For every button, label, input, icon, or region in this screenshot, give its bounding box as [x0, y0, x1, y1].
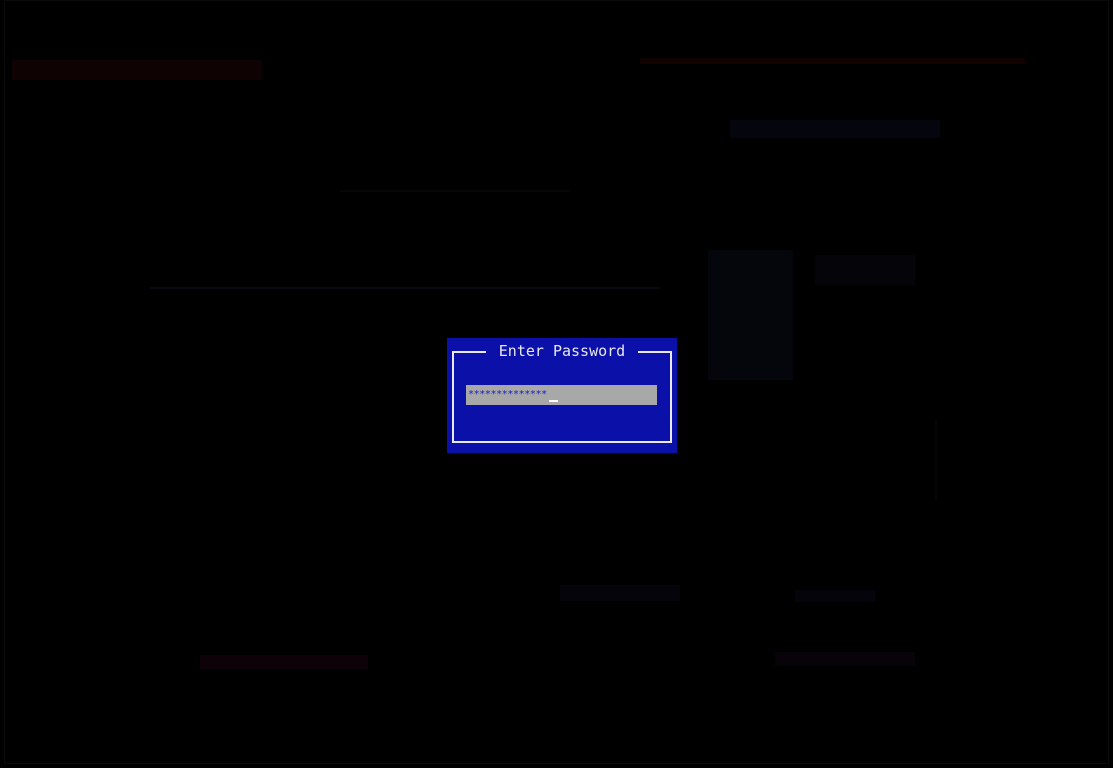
- faded-footer-left: [200, 655, 368, 669]
- faded-tab-bar: [730, 120, 940, 138]
- dialog-title: Enter Password: [498, 342, 626, 360]
- faded-vertical-line: [935, 420, 937, 500]
- faded-header-left: [12, 60, 262, 80]
- faded-divider: [150, 287, 660, 289]
- password-masked-value: **************: [468, 389, 547, 400]
- faded-footer-right: [775, 652, 915, 666]
- text-cursor: [548, 400, 558, 402]
- faded-header-right: [640, 58, 1025, 64]
- bios-screen: Enter Password **************: [0, 0, 1113, 768]
- faded-divider-upper: [340, 190, 570, 192]
- password-dialog: Enter Password **************: [447, 338, 677, 453]
- faded-panel-small: [815, 255, 915, 285]
- faded-footer-mid: [795, 590, 875, 602]
- password-input[interactable]: **************: [466, 385, 657, 405]
- faded-panel: [708, 250, 793, 380]
- faded-footer-center: [560, 585, 680, 601]
